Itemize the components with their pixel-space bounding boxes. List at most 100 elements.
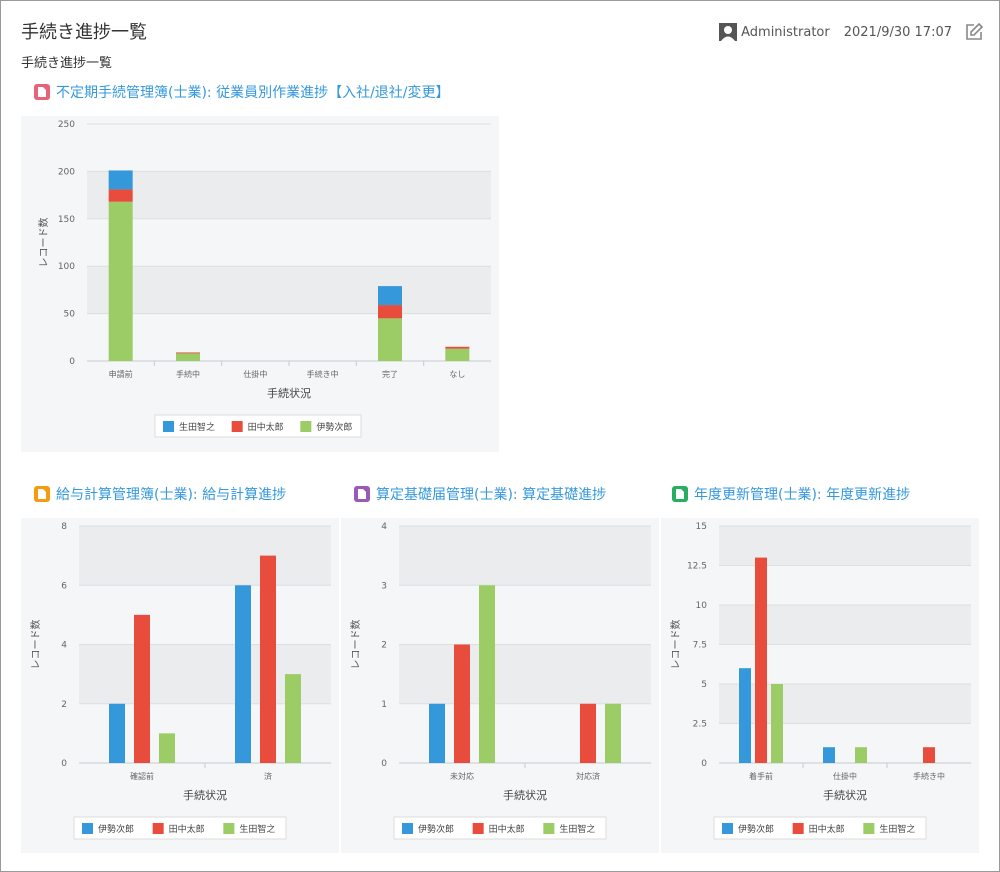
x-tick-label: 確認前 [130,771,154,781]
legend-swatch [722,823,733,834]
y-tick-label: 7.5 [693,641,707,651]
legend-label: 伊勢次郎 [418,823,454,835]
y-tick-label: 5 [701,680,707,690]
legend-label: 伊勢次郎 [98,823,134,835]
bar [855,747,867,763]
y-tick-label: 2 [61,700,67,710]
legend-swatch [543,823,555,834]
user-icon [719,23,738,41]
bar-chart-payroll: 0 2 4 6 8 レコード数手続状況 確認前 済伊勢次郎 田中太郎 生田智之 [29,522,331,840]
y-axis-label: レコード数 [37,218,50,268]
chart-title-text: 年度更新管理(士業): 年度更新進捗 [694,487,911,503]
legend-swatch [300,421,312,432]
bar-segment [378,305,402,319]
y-tick-label: 10 [696,601,708,611]
bar [260,555,276,763]
x-tick-label: 手続中 [176,369,200,379]
legend-label: 生田智之 [179,421,215,433]
page-subtitle: 手続き進捗一覧 [21,56,113,71]
y-tick-label: 12.5 [687,562,707,572]
legend-swatch [402,823,413,834]
bar-chart-irregular: 0 50 100 150 200 250 レコード数手続状況 申請前 手続中 仕掛中 手続き中 完了 な… [37,120,491,438]
x-axis-label: 手続状況 [267,386,311,400]
bar [109,703,125,763]
bar [479,585,495,763]
bar-segment [176,352,200,354]
header-user-area: Administrator 2021/9/30 17:07 [719,22,984,42]
y-tick-label: 0 [69,357,75,367]
bar-segment [445,346,470,349]
bar-segment [378,318,402,361]
bar [605,703,621,763]
x-axis-label: 手続状況 [503,788,547,802]
chart-title-payroll[interactable]: 給与計算管理簿(士業): 給与計算進捗 [34,484,286,504]
y-axis-label: レコード数 [669,620,682,670]
chart-title-text: 算定基礎届管理(士業): 算定基礎進捗 [376,487,607,503]
chart-panel-payroll: 0 2 4 6 8 レコード数 手続状況 確認前 済伊勢次郎 田中太郎 生田智之 [21,518,339,853]
x-axis-label: 手続状況 [823,788,867,802]
grid-band [399,644,651,704]
legend-label: 田中太郎 [169,823,205,835]
bar [134,614,150,763]
page-title: 手続き進捗一覧 [21,22,147,43]
y-axis-label: レコード数 [349,620,362,670]
chart-panel-annual: 0 2.5 5 7.5 10 12.5 15 レコード数 手続状況 着手前 仕掛中 手続き中 伊勢次郎 田… [661,518,979,853]
chart-title-santei[interactable]: 算定基礎届管理(士業): 算定基礎進捗 [354,484,606,504]
y-tick-label: 15 [696,522,707,532]
bar [159,733,175,763]
bar-segment [108,170,133,190]
bar-segment [445,348,470,361]
legend-swatch [163,421,174,432]
grid-band [87,171,491,219]
legend-label: 田中太郎 [809,823,845,835]
orange-app-icon [34,486,50,502]
x-tick-label: 済 [264,771,272,781]
y-tick-label: 0 [381,759,387,769]
y-tick-label: 250 [58,120,75,130]
bar [235,585,251,763]
username[interactable]: Administrator [741,25,830,40]
y-tick-label: 0 [61,759,67,769]
y-tick-label: 4 [381,522,387,532]
x-tick-label: 対応済 [576,771,600,781]
pink-app-icon [34,84,50,100]
bar [823,747,835,763]
bar [771,684,783,763]
y-tick-label: 3 [381,581,387,591]
chart-title-text: 給与計算管理簿(士業): 給与計算進捗 [56,487,287,503]
y-tick-label: 6 [61,581,67,591]
x-tick-label: 未対応 [450,771,474,781]
y-tick-label: 2.5 [693,720,707,730]
bar [454,644,470,763]
legend-label: 生田智之 [879,823,915,835]
legend-label: 生田智之 [239,823,275,835]
green-app-icon [672,486,688,502]
y-tick-label: 8 [61,522,67,532]
grid-band [79,526,331,586]
y-tick-label: 2 [381,641,387,651]
legend-swatch [223,823,235,834]
chart-panel-irregular: 0 50 100 150 200 250 レコード数 手続状況 申請前 手続中 仕掛中 手続き中 完了 な… [21,116,499,452]
legend-label: 伊勢次郎 [316,421,352,433]
bar-segment [176,353,200,361]
x-tick-label: なし [449,370,465,379]
y-axis-label: レコード数 [29,620,42,670]
chart-title-annual[interactable]: 年度更新管理(士業): 年度更新進捗 [672,484,910,504]
legend-label: 伊勢次郎 [738,823,774,835]
x-tick-label: 完了 [382,369,398,379]
edit-icon[interactable] [964,22,984,42]
legend-swatch [82,823,93,834]
datetime: 2021/9/30 17:07 [843,24,952,40]
bar [923,747,935,763]
x-tick-label: 手続き中 [913,771,945,781]
y-tick-label: 0 [701,759,707,769]
y-tick-label: 200 [58,167,75,177]
grid-band [399,526,651,586]
chart-title-irregular[interactable]: 不定期手続管理簿(士業): 従業員別作業進捗【入社/退社/変更】 [34,82,450,102]
x-tick-label: 着手前 [749,771,773,781]
y-tick-label: 50 [64,310,76,320]
y-tick-label: 4 [61,641,67,651]
bar-chart-annual: 0 2.5 5 7.5 10 12.5 15 レコード数手続状況 着手前 仕掛中 手続き中伊勢次郎 田… [669,522,971,840]
legend-swatch [863,823,875,834]
bar-segment [378,286,402,306]
